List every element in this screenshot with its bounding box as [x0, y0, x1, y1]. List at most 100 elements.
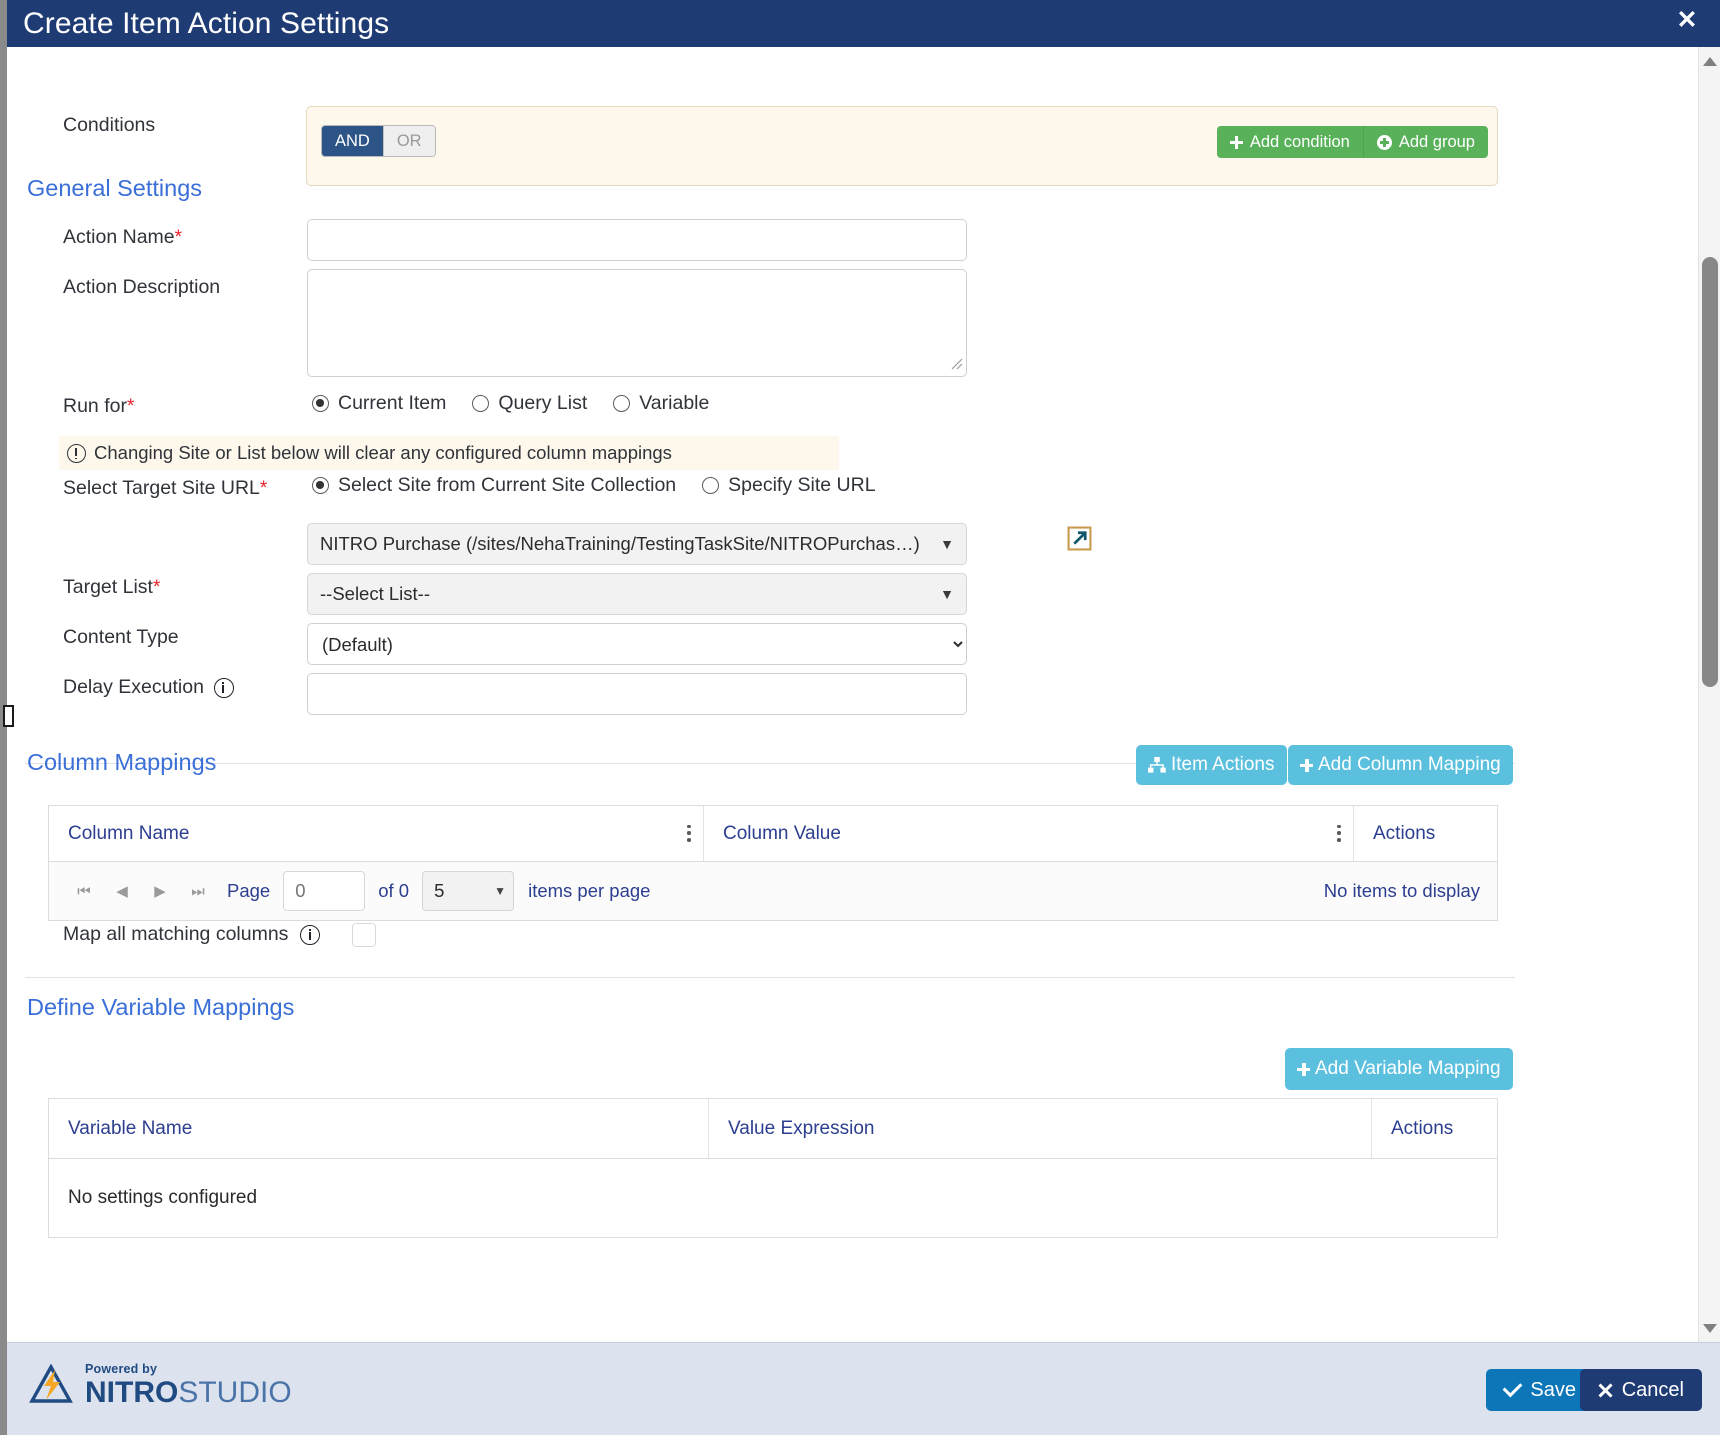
target-site-url-label: Select Target Site URL* — [63, 477, 268, 499]
target-site-dropdown-value: NITRO Purchase (/sites/NehaTraining/Test… — [320, 533, 920, 554]
target-site-option-specify-url[interactable]: Specify Site URL — [702, 474, 876, 497]
run-for-radio-group[interactable]: Current Item Query List Variable — [312, 392, 735, 415]
radio-icon — [702, 477, 720, 494]
column-mappings-heading: Column Mappings — [27, 749, 217, 775]
grid-header-column-value[interactable]: Column Value — [704, 806, 1354, 861]
target-list-dropdown-value: --Select List-- — [320, 583, 430, 604]
dialog-body: Conditions AND OR Add condition Add grou… — [7, 47, 1698, 1342]
target-site-dropdown[interactable]: NITRO Purchase (/sites/NehaTraining/Test… — [307, 523, 967, 565]
info-icon[interactable] — [300, 924, 321, 945]
run-for-option-variable[interactable]: Variable — [613, 392, 709, 415]
nitro-studio-logo: Powered by NITROSTUDIO — [29, 1363, 292, 1408]
action-description-label: Action Description — [63, 276, 221, 298]
radio-icon — [472, 395, 490, 412]
plus-icon — [1297, 1062, 1310, 1076]
last-page-icon[interactable]: ⏭ — [179, 872, 217, 910]
run-for-label: Run for* — [63, 395, 135, 417]
close-x-icon — [1598, 1383, 1613, 1398]
no-settings-configured-text: No settings configured — [68, 1187, 258, 1208]
add-condition-label: Add condition — [1249, 133, 1350, 151]
gutter-notch-marker — [3, 705, 14, 727]
powered-by-label: Powered by — [85, 1362, 158, 1376]
add-variable-mapping-button[interactable]: Add Variable Mapping — [1285, 1048, 1513, 1090]
previous-page-icon[interactable]: ◀ — [103, 872, 141, 910]
operator-and-button[interactable]: AND — [322, 126, 383, 156]
grid-header-column-name[interactable]: Column Name — [49, 806, 704, 861]
page-size-value: 5 — [434, 880, 445, 901]
page-count-label: of 0 — [378, 880, 410, 901]
target-site-url-radio-group[interactable]: Select Site from Current Site Collection… — [312, 474, 902, 497]
conditions-label: Conditions — [63, 114, 156, 136]
item-actions-label: Item Actions — [1171, 754, 1275, 775]
nitro-studio-wordmark: Powered by NITROSTUDIO — [85, 1363, 292, 1408]
grid-header-value-expression: Value Expression — [709, 1099, 1372, 1158]
action-name-label: Action Name* — [63, 226, 183, 248]
target-site-option-current-collection[interactable]: Select Site from Current Site Collection — [312, 474, 676, 497]
chevron-down-icon: ▼ — [940, 586, 954, 602]
run-for-option-current-item[interactable]: Current Item — [312, 392, 446, 415]
grid-header-actions: Actions — [1391, 1117, 1454, 1139]
map-all-matching-columns-checkbox[interactable] — [352, 923, 376, 947]
action-description-textarea[interactable] — [307, 269, 967, 377]
add-group-label: Add group — [1398, 133, 1475, 151]
add-condition-button[interactable]: Add condition — [1216, 126, 1363, 158]
no-items-message: No items to display — [1323, 880, 1480, 901]
define-variable-mappings-heading: Define Variable Mappings — [27, 994, 295, 1020]
variable-mappings-grid-header: Variable Name Value Expression Actions — [49, 1099, 1497, 1159]
scroll-up-arrow-icon[interactable] — [1699, 50, 1720, 72]
nitro-studio-brand: NITROSTUDIO — [85, 1375, 292, 1409]
conditions-action-buttons: Add condition Add group — [1216, 126, 1488, 158]
item-actions-button[interactable]: Item Actions — [1136, 745, 1287, 785]
items-per-page-label: items per page — [528, 880, 651, 901]
add-column-mapping-label: Add Column Mapping — [1318, 754, 1501, 775]
run-for-option-query-list[interactable]: Query List — [472, 392, 587, 415]
chevron-down-icon: ▼ — [494, 884, 507, 898]
delay-execution-label: Delay Execution — [63, 676, 234, 699]
column-menu-icon[interactable] — [1337, 824, 1341, 843]
target-list-dropdown[interactable]: --Select List-- ▼ — [307, 573, 967, 615]
column-mappings-grid: Column Name Column Value Actions ⏮ ◀ ▶ ⏭… — [48, 805, 1498, 921]
target-site-option-label: Specify Site URL — [728, 474, 876, 496]
grid-header-variable-name: Variable Name — [49, 1099, 709, 1158]
radio-icon — [312, 395, 329, 412]
scroll-down-arrow-icon[interactable] — [1699, 1317, 1720, 1339]
column-menu-icon[interactable] — [687, 824, 691, 843]
dialog-title: Create Item Action Settings — [23, 7, 390, 40]
plus-circle-icon — [1376, 134, 1392, 150]
content-type-label: Content Type — [63, 626, 179, 648]
delay-execution-input[interactable] — [307, 673, 967, 715]
first-page-icon[interactable]: ⏮ — [65, 872, 103, 910]
create-item-action-settings-dialog: Create Item Action Settings ✕ Conditions… — [0, 0, 1720, 1435]
target-site-option-label: Select Site from Current Site Collection — [338, 474, 677, 496]
page-size-dropdown[interactable]: 5 ▼ — [422, 871, 515, 911]
open-site-external-link-icon[interactable] — [1067, 526, 1092, 551]
cancel-button[interactable]: Cancel — [1579, 1369, 1702, 1411]
close-icon[interactable]: ✕ — [1672, 5, 1702, 35]
action-name-input[interactable] — [307, 219, 967, 261]
conditions-panel: AND OR Add condition Add group — [306, 106, 1498, 186]
content-type-select[interactable]: (Default) — [307, 623, 967, 665]
map-all-matching-columns-label: Map all matching columns — [63, 923, 321, 946]
sitemap-icon — [1148, 757, 1166, 773]
dialog-footer: Powered by NITROSTUDIO Save Cancel — [7, 1342, 1720, 1435]
save-label: Save — [1530, 1378, 1576, 1401]
vertical-scrollbar[interactable] — [1698, 47, 1720, 1342]
site-change-notice: Changing Site or List below will clear a… — [59, 436, 839, 470]
add-variable-mapping-label: Add Variable Mapping — [1315, 1058, 1501, 1079]
variable-mappings-grid: Variable Name Value Expression Actions N… — [48, 1098, 1498, 1238]
dialog-title-bar: Create Item Action Settings ✕ — [7, 0, 1720, 47]
add-column-mapping-button[interactable]: Add Column Mapping — [1288, 745, 1513, 785]
general-settings-heading: General Settings — [27, 175, 203, 201]
and-or-toggle[interactable]: AND OR — [321, 125, 436, 157]
column-mappings-pager: ⏮ ◀ ▶ ⏭ Page of 0 5 ▼ items per page No … — [49, 862, 1497, 920]
add-group-button[interactable]: Add group — [1362, 126, 1488, 158]
page-number-input[interactable] — [283, 871, 366, 911]
save-button[interactable]: Save — [1486, 1369, 1594, 1411]
plus-icon — [1300, 758, 1313, 772]
info-icon[interactable] — [213, 677, 234, 698]
plus-icon — [1229, 135, 1243, 149]
next-page-icon[interactable]: ▶ — [141, 872, 179, 910]
operator-or-button[interactable]: OR — [382, 126, 435, 156]
grid-header-actions: Actions — [1373, 822, 1436, 844]
scrollbar-thumb[interactable] — [1702, 257, 1718, 687]
